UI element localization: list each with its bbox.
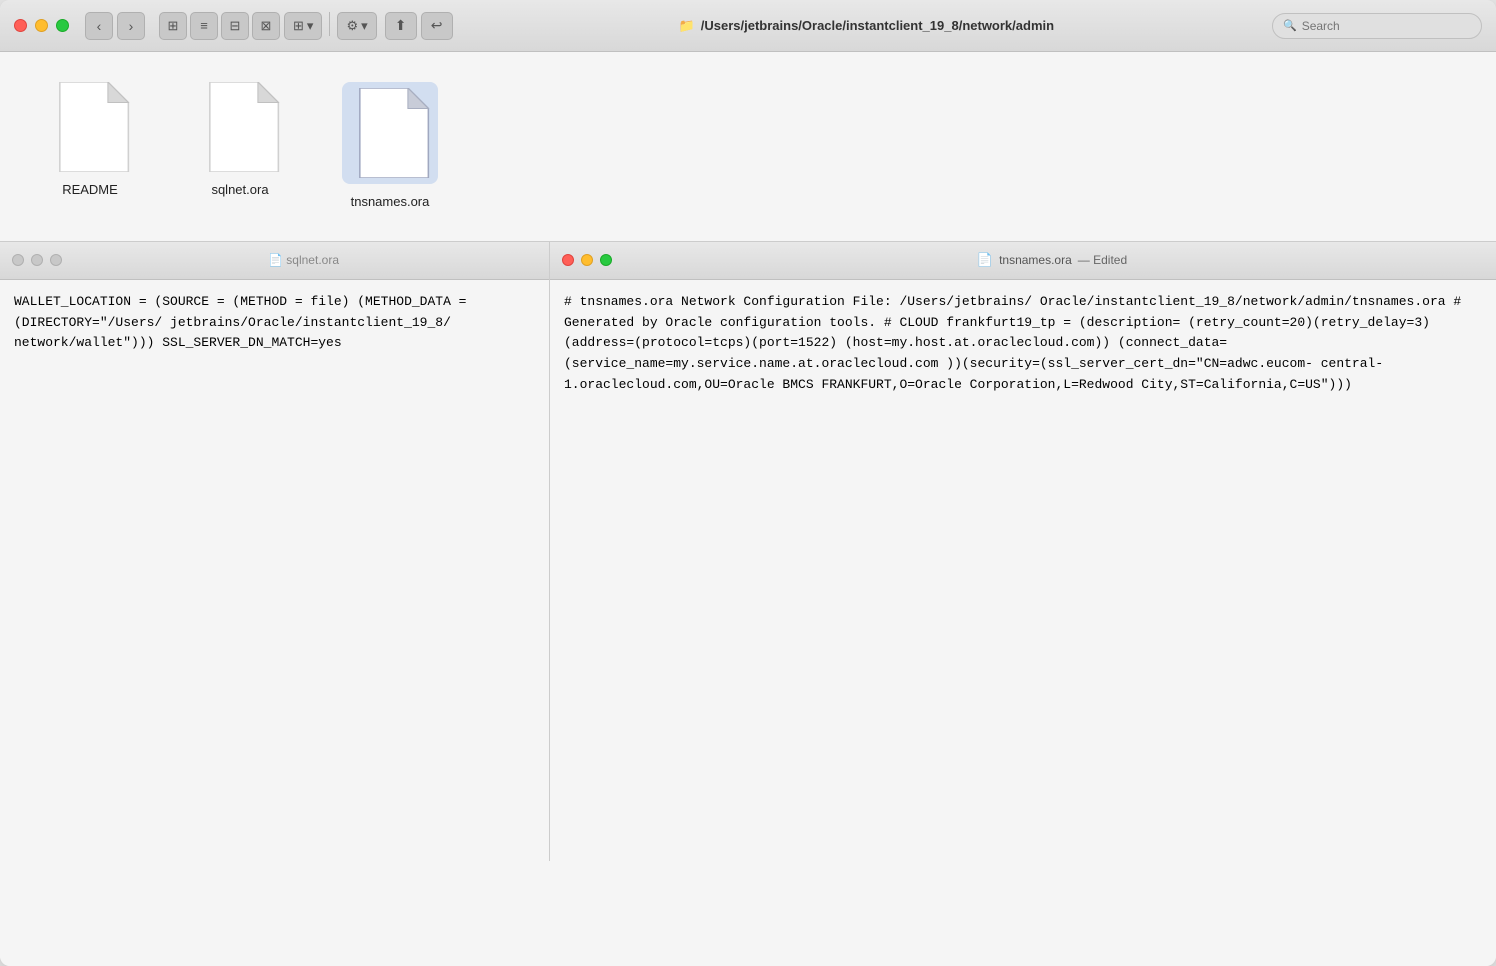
readme-filename: README	[62, 182, 118, 199]
icon-view-button[interactable]: ⊞	[159, 12, 187, 40]
left-editor-controls	[12, 254, 62, 266]
tnsnames-filename: tnsnames.ora	[351, 194, 430, 211]
toolbar-views: ⊞ ≡ ⊟ ⊠	[159, 12, 280, 40]
list-icon: ≡	[200, 18, 208, 33]
back-button[interactable]: ‹	[85, 12, 113, 40]
window-path: /Users/jetbrains/Oracle/instantclient_19…	[701, 18, 1054, 33]
gallery-icon: ⊠	[261, 18, 272, 34]
file-item-sqlnet[interactable]: sqlnet.ora	[190, 82, 290, 199]
toolbar-separator	[329, 12, 330, 36]
editor-section: 📄 sqlnet.ora WALLET_LOCATION = (SOURCE =…	[0, 241, 1496, 861]
gear-button[interactable]: ⚙ ▾	[337, 12, 376, 40]
back-icon: ‹	[97, 18, 102, 34]
left-editor: 📄 sqlnet.ora WALLET_LOCATION = (SOURCE =…	[0, 242, 550, 861]
tnsnames-icon	[350, 88, 430, 178]
gear-arrow-icon: ▾	[361, 18, 368, 34]
finder-content: README sqlnet.ora	[0, 52, 1496, 966]
right-editor-controls	[562, 254, 612, 266]
right-editor: 📄 tnsnames.ora — Edited # tnsnames.ora N…	[550, 242, 1496, 861]
left-editor-titlebar: 📄 sqlnet.ora	[0, 242, 549, 280]
sqlnet-icon	[200, 82, 280, 172]
edited-label: — Edited	[1078, 253, 1127, 267]
right-editor-text: # tnsnames.ora Network Configuration Fil…	[564, 294, 1461, 392]
left-editor-content[interactable]: WALLET_LOCATION = (SOURCE = (METHOD = fi…	[0, 280, 549, 861]
file-grid: README sqlnet.ora	[0, 52, 1496, 241]
share-icon: ⬆	[395, 17, 407, 34]
left-doc-icon: 📄	[268, 253, 283, 267]
right-editor-titlebar: 📄 tnsnames.ora — Edited	[550, 242, 1496, 280]
minimize-button[interactable]	[35, 19, 48, 32]
share-button[interactable]: ⬆	[385, 12, 417, 40]
toolbar-nav: ‹ ›	[85, 12, 145, 40]
gallery-view-button[interactable]: ⊠	[252, 12, 280, 40]
forward-button[interactable]: ›	[117, 12, 145, 40]
left-maximize-button[interactable]	[50, 254, 62, 266]
search-bar[interactable]: 🔍	[1272, 13, 1482, 39]
column-view-button[interactable]: ⊟	[221, 12, 249, 40]
column-icon: ⊟	[230, 18, 241, 34]
view-dropdown-icon: ⊞	[293, 18, 304, 34]
left-editor-title: 📄 sqlnet.ora	[70, 253, 537, 267]
file-item-readme[interactable]: README	[40, 82, 140, 199]
forward-icon: ›	[129, 18, 134, 34]
toolbar-actions: ⊞ ▾ ⚙ ▾	[284, 12, 377, 40]
grid-icon: ⊞	[168, 18, 179, 34]
right-maximize-button[interactable]	[600, 254, 612, 266]
right-minimize-button[interactable]	[581, 254, 593, 266]
title-bar: ‹ › ⊞ ≡ ⊟ ⊠ ⊞ ▾	[0, 0, 1496, 52]
right-editor-title: 📄 tnsnames.ora — Edited	[620, 252, 1484, 268]
folder-icon: 📁	[679, 18, 695, 34]
view-dropdown-button[interactable]: ⊞ ▾	[284, 12, 322, 40]
window-controls	[14, 19, 69, 32]
right-close-button[interactable]	[562, 254, 574, 266]
tag-button[interactable]: ↩	[421, 12, 453, 40]
dropdown-arrow-icon: ▾	[307, 18, 314, 34]
tnsnames-selected-bg	[342, 82, 438, 184]
left-editor-text: WALLET_LOCATION = (SOURCE = (METHOD = fi…	[14, 294, 466, 351]
search-input[interactable]	[1302, 19, 1471, 33]
sqlnet-filename: sqlnet.ora	[211, 182, 268, 199]
right-doc-icon: 📄	[977, 252, 993, 268]
list-view-button[interactable]: ≡	[190, 12, 218, 40]
readme-icon	[50, 82, 130, 172]
right-editor-content[interactable]: # tnsnames.ora Network Configuration Fil…	[550, 280, 1496, 861]
finder-window: ‹ › ⊞ ≡ ⊟ ⊠ ⊞ ▾	[0, 0, 1496, 966]
window-title-path: 📁 /Users/jetbrains/Oracle/instantclient_…	[461, 18, 1272, 34]
tag-icon: ↩	[431, 17, 443, 34]
left-minimize-button[interactable]	[31, 254, 43, 266]
maximize-button[interactable]	[56, 19, 69, 32]
search-icon: 🔍	[1283, 19, 1297, 32]
gear-icon: ⚙	[346, 18, 358, 34]
left-close-button[interactable]	[12, 254, 24, 266]
close-button[interactable]	[14, 19, 27, 32]
file-item-tnsnames[interactable]: tnsnames.ora	[340, 82, 440, 211]
